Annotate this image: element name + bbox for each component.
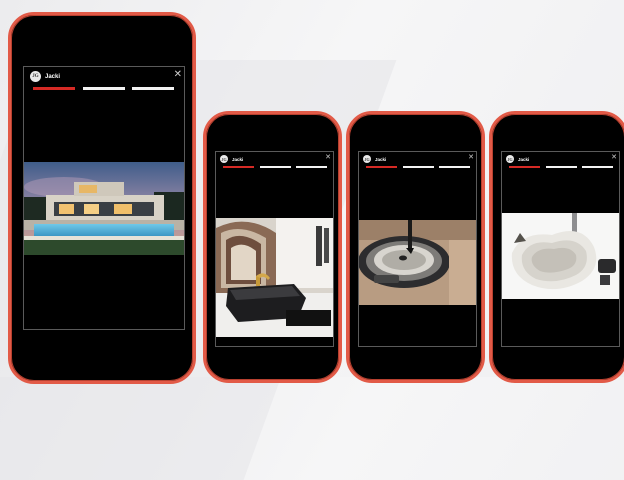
close-icon[interactable]: ✕: [468, 154, 474, 161]
sink-image: [359, 220, 476, 305]
progress-bar-2: [259, 166, 291, 168]
brand-name[interactable]: Jacki: [375, 157, 386, 162]
villa-image: [24, 162, 184, 255]
story-progress-bars: [366, 166, 470, 168]
washbasin-image: [502, 213, 619, 299]
story-screen: JG Jacki ✕: [215, 151, 334, 347]
story-progress-bars: [33, 87, 174, 90]
close-icon[interactable]: ✕: [174, 70, 182, 80]
phone-mockup-2: JG Jacki ✕: [203, 111, 342, 383]
brand-name[interactable]: Jacki: [45, 74, 60, 80]
story-photo-bathtub[interactable]: [216, 218, 333, 337]
bathtub-image: [216, 218, 333, 337]
progress-bar-2: [82, 87, 125, 90]
brand-logo[interactable]: JG: [220, 155, 228, 163]
progress-bar-3: [439, 166, 470, 168]
phone-mockup-1: JG Jacki ✕: [8, 12, 196, 384]
story-header: JG Jacki: [30, 71, 60, 82]
progress-bar-3: [582, 166, 613, 168]
progress-bar-1: [33, 87, 75, 90]
story-photo-villa[interactable]: [24, 162, 184, 255]
story-screen: JG Jacki ✕: [358, 151, 477, 347]
story-progress-bars: [509, 166, 613, 168]
brand-name[interactable]: Jacki: [232, 157, 243, 162]
phone-mockup-3: JG Jacki ✕: [346, 111, 485, 383]
story-header: JG Jacki: [506, 155, 529, 163]
progress-bar-2: [402, 166, 434, 168]
close-icon[interactable]: ✕: [611, 154, 617, 161]
story-photo-washbasin[interactable]: [502, 213, 619, 299]
brand-logo[interactable]: JG: [363, 155, 371, 163]
brand-name[interactable]: Jacki: [518, 157, 529, 162]
phone-mockup-4: JG Jacki ✕: [489, 111, 624, 383]
progress-bar-1: [366, 166, 397, 168]
story-screen: JG Jacki ✕: [501, 151, 620, 347]
story-photo-sink[interactable]: [359, 220, 476, 305]
story-header: JG Jacki: [363, 155, 386, 163]
brand-logo[interactable]: JG: [30, 71, 41, 82]
progress-bar-1: [223, 166, 254, 168]
close-icon[interactable]: ✕: [325, 154, 331, 161]
progress-bar-1: [509, 166, 540, 168]
story-header: JG Jacki: [220, 155, 243, 163]
story-progress-bars: [223, 166, 327, 168]
progress-bar-3: [132, 87, 174, 90]
brand-logo[interactable]: JG: [506, 155, 514, 163]
progress-bar-3: [296, 166, 327, 168]
progress-bar-2: [545, 166, 577, 168]
story-screen: JG Jacki ✕: [23, 66, 185, 330]
